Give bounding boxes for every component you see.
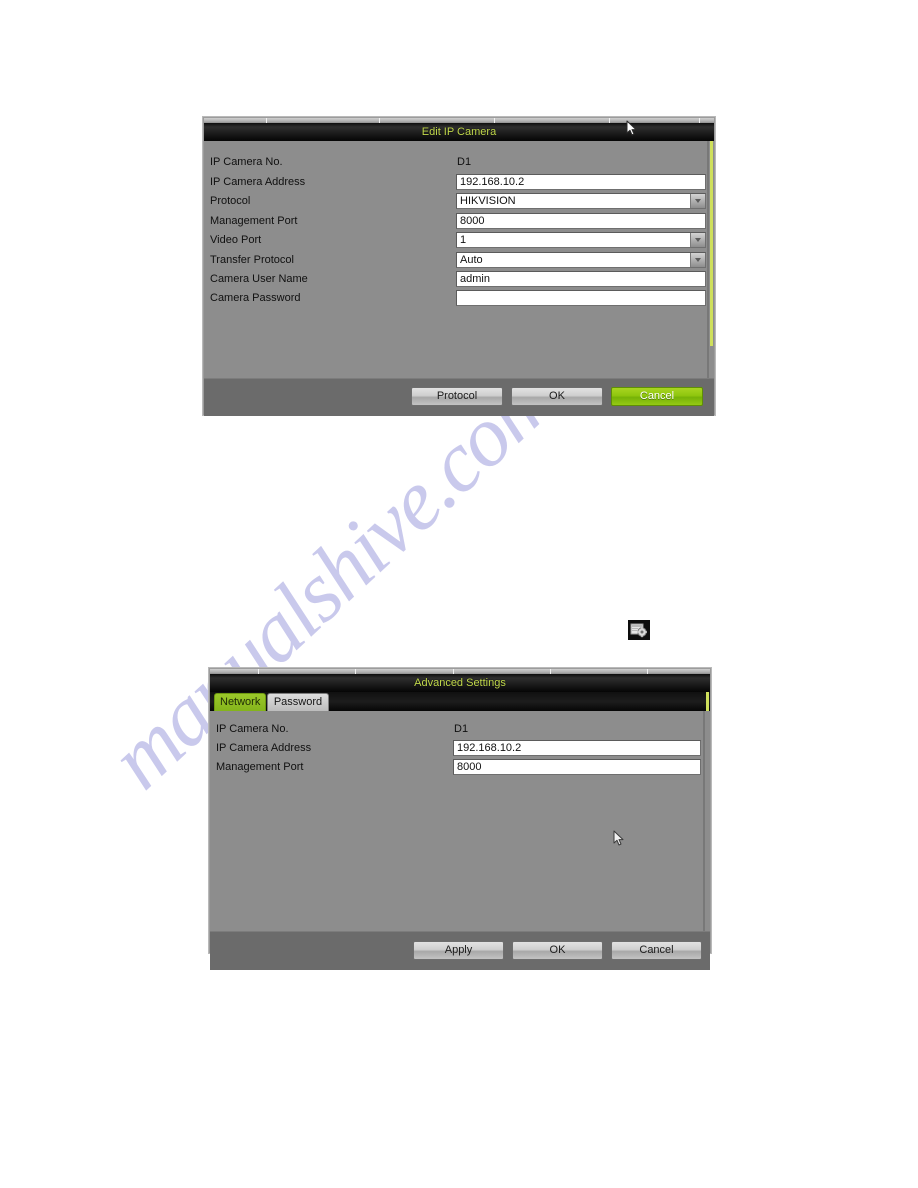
field-label: Protocol bbox=[210, 195, 251, 207]
vertical-scrollbar[interactable] bbox=[706, 692, 709, 711]
ip-camera-no-value: D1 bbox=[457, 156, 472, 168]
form-row-camera-password: Camera Password bbox=[204, 289, 714, 308]
dialog-title: Edit IP Camera bbox=[421, 126, 497, 138]
form-row-camera-user-name: Camera User Name admin bbox=[204, 270, 714, 289]
field-label: IP Camera No. bbox=[216, 723, 289, 735]
ip-camera-address-input[interactable]: 192.168.10.2 bbox=[453, 740, 701, 756]
dialog-titlebar: Advanced Settings bbox=[210, 674, 710, 692]
management-port-input[interactable]: 8000 bbox=[456, 213, 706, 229]
form-row-transfer-protocol: Transfer Protocol Auto bbox=[204, 251, 714, 270]
dialog-body: IP Camera No. D1 IP Camera Address 192.1… bbox=[210, 692, 710, 931]
tab-strip: Network Password bbox=[210, 692, 710, 711]
tab-password[interactable]: Password bbox=[267, 693, 329, 711]
field-label: Camera User Name bbox=[210, 273, 308, 285]
transfer-protocol-select[interactable]: Auto bbox=[456, 252, 706, 268]
field-label: Video Port bbox=[210, 234, 262, 246]
form-row-ip-camera-no: IP Camera No. D1 bbox=[204, 153, 714, 172]
protocol-select[interactable]: HIKVISION bbox=[456, 193, 706, 209]
edit-camera-settings-icon[interactable] bbox=[628, 620, 650, 640]
field-label: IP Camera Address bbox=[216, 742, 312, 754]
form-row-ip-camera-no: IP Camera No. D1 bbox=[210, 720, 710, 739]
ok-button[interactable]: OK bbox=[512, 941, 603, 960]
advanced-settings-dialog: Advanced Settings Network Password IP Ca… bbox=[209, 668, 711, 970]
form-row-video-port: Video Port 1 bbox=[204, 231, 714, 250]
field-label: Management Port bbox=[210, 215, 298, 227]
protocol-select-value: HIKVISION bbox=[460, 195, 516, 207]
dialog-title: Advanced Settings bbox=[414, 677, 506, 689]
cancel-button[interactable]: Cancel bbox=[611, 941, 702, 960]
video-port-select-value: 1 bbox=[460, 234, 467, 246]
protocol-button[interactable]: Protocol bbox=[411, 387, 503, 406]
camera-user-name-input[interactable]: admin bbox=[456, 271, 706, 287]
form-row-protocol: Protocol HIKVISION bbox=[204, 192, 714, 211]
dialog-body: IP Camera No. D1 IP Camera Address 192.1… bbox=[204, 141, 714, 378]
form-row-management-port: Management Port 8000 bbox=[204, 212, 714, 231]
video-port-select[interactable]: 1 bbox=[456, 232, 706, 248]
field-label: Management Port bbox=[216, 761, 304, 773]
dialog-titlebar: Edit IP Camera bbox=[204, 123, 714, 141]
chevron-down-icon[interactable] bbox=[690, 194, 705, 208]
ip-camera-address-input[interactable]: 192.168.10.2 bbox=[456, 174, 706, 190]
management-port-input[interactable]: 8000 bbox=[453, 759, 701, 775]
ip-camera-no-value: D1 bbox=[454, 723, 469, 735]
chevron-down-icon[interactable] bbox=[690, 253, 705, 267]
chevron-down-icon[interactable] bbox=[690, 233, 705, 247]
dialog-footer: Apply OK Cancel bbox=[210, 931, 710, 970]
camera-password-input[interactable] bbox=[456, 290, 706, 306]
form-row-ip-camera-address: IP Camera Address 192.168.10.2 bbox=[204, 173, 714, 192]
apply-button[interactable]: Apply bbox=[413, 941, 504, 960]
transfer-protocol-select-value: Auto bbox=[460, 254, 483, 266]
form-row-management-port: Management Port 8000 bbox=[210, 758, 710, 777]
ok-button[interactable]: OK bbox=[511, 387, 603, 406]
field-label: Transfer Protocol bbox=[210, 254, 294, 266]
tab-network[interactable]: Network bbox=[214, 693, 266, 711]
edit-ip-camera-dialog: Edit IP Camera IP Camera No. D1 IP Camer… bbox=[203, 117, 715, 416]
field-label: Camera Password bbox=[210, 292, 301, 304]
dialog-footer: Protocol OK Cancel bbox=[204, 378, 714, 416]
field-label: IP Camera No. bbox=[210, 156, 283, 168]
cancel-button[interactable]: Cancel bbox=[611, 387, 703, 406]
field-label: IP Camera Address bbox=[210, 176, 306, 188]
form-row-ip-camera-address: IP Camera Address 192.168.10.2 bbox=[210, 739, 710, 758]
